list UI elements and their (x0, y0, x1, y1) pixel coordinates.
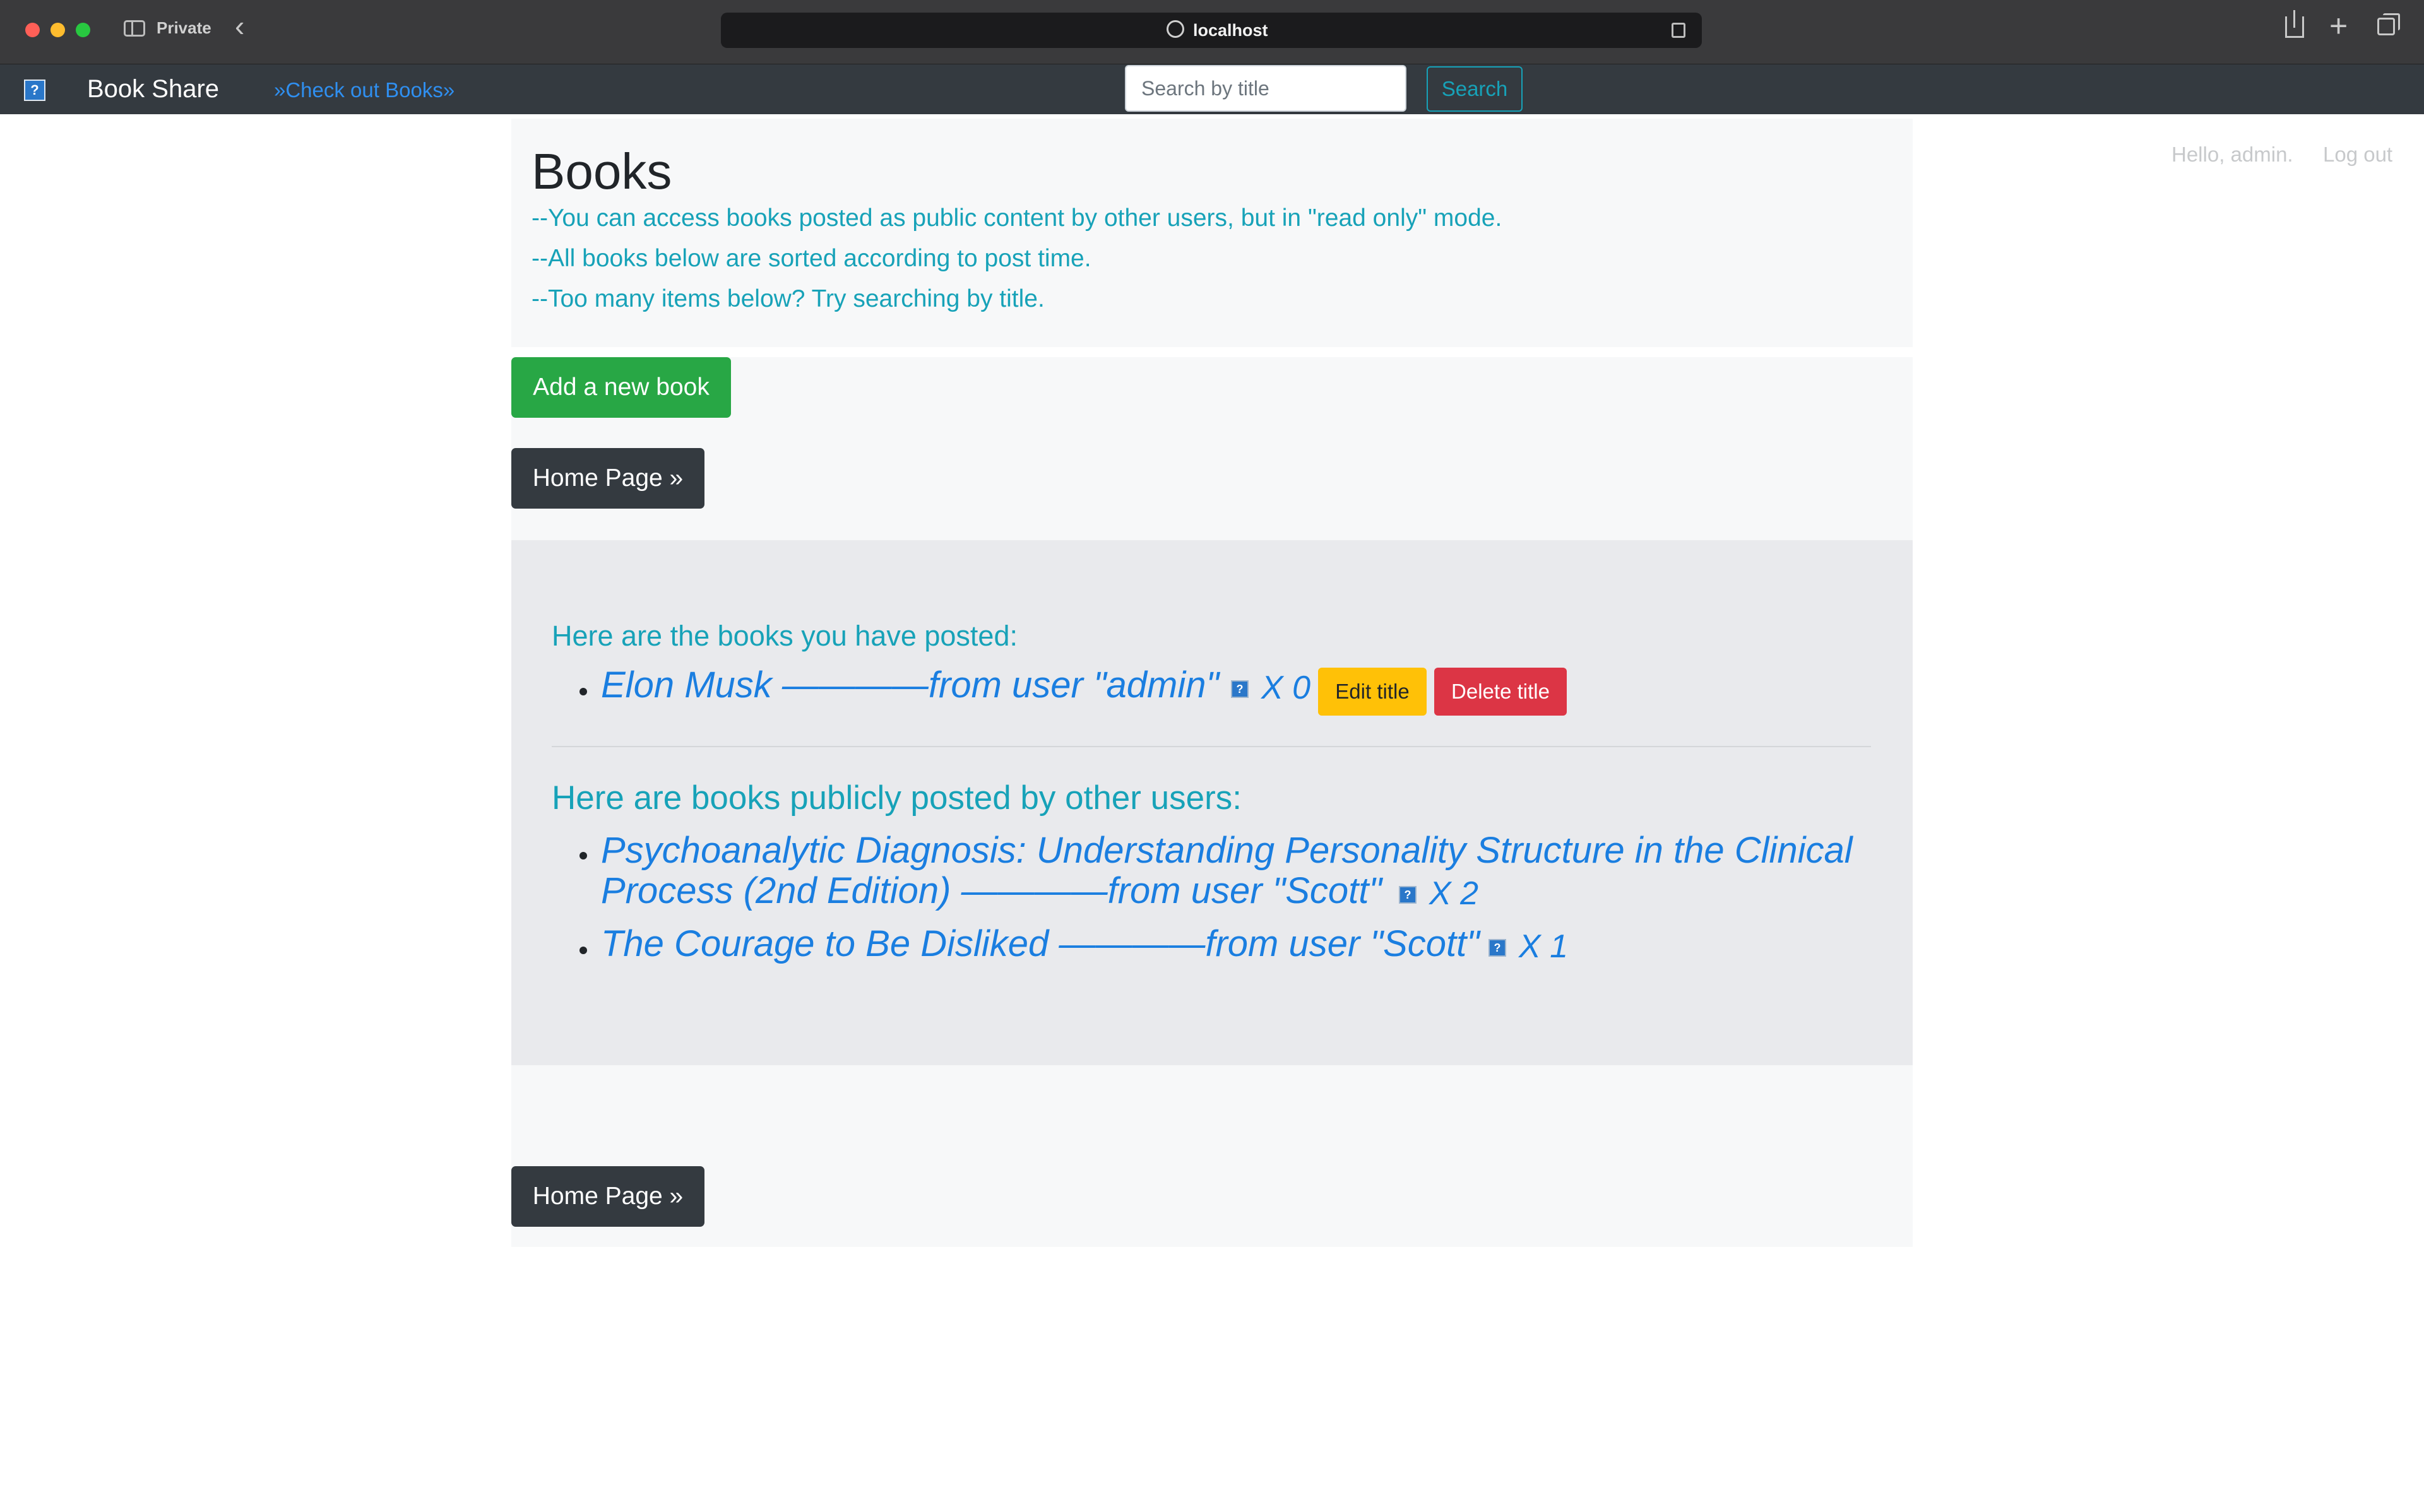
book-count: X 0 (1261, 670, 1311, 706)
brand-link[interactable]: Book Share (87, 75, 219, 103)
list-bullet (579, 947, 587, 954)
address-bar[interactable]: localhost (721, 13, 1702, 48)
brand-logo-icon: ? (24, 80, 45, 101)
edit-title-button[interactable]: Edit title (1318, 668, 1427, 716)
zoom-window-button[interactable] (76, 23, 90, 37)
actions-panel: Add a new book Home Page » (511, 357, 1913, 540)
home-page-button-bottom[interactable]: Home Page » (511, 1166, 704, 1227)
book-count: X 1 (1519, 928, 1569, 965)
browser-toolbar: Private ‹ localhost + (0, 0, 2424, 65)
intro-panel: Books --You can access books posted as p… (511, 119, 1913, 347)
globe-icon (1167, 20, 1184, 38)
note-sorted: --All books below are sorted according t… (532, 245, 1091, 272)
delete-title-button[interactable]: Delete title (1434, 668, 1567, 716)
home-page-button-top[interactable]: Home Page » (511, 448, 704, 509)
book-icon: ? (1488, 939, 1506, 957)
book-icon: ? (1399, 886, 1417, 904)
section-divider (552, 746, 1871, 747)
greeting-text: Hello, admin. (2172, 143, 2293, 166)
close-window-button[interactable] (25, 23, 40, 37)
public-book-link-cont[interactable]: Process (2nd Edition) ————from user "Sco… (601, 870, 1382, 912)
back-arrow-icon[interactable]: ‹ (235, 11, 244, 40)
add-book-button[interactable]: Add a new book (511, 357, 731, 418)
note-search-tip: --Too many items below? Try searching by… (532, 285, 1045, 312)
check-out-books-link[interactable]: »Check out Books» (274, 78, 454, 102)
my-books-heading: Here are the books you have posted: (552, 620, 1018, 652)
private-label: Private (157, 18, 211, 37)
reader-icon[interactable] (1672, 23, 1685, 38)
logout-link[interactable]: Log out (2323, 143, 2392, 167)
my-book-link[interactable]: Elon Musk ————from user "admin" (601, 664, 1219, 706)
public-book-link[interactable]: Psychoanalytic Diagnosis: Understanding … (601, 829, 1853, 871)
new-tab-icon[interactable]: + (2329, 10, 2348, 42)
search-button[interactable]: Search (1427, 66, 1523, 112)
footer-panel: Home Page » (511, 1065, 1913, 1247)
public-books-heading: Here are books publicly posted by other … (552, 779, 1242, 817)
public-book-link[interactable]: The Courage to Be Disliked ————from user… (601, 923, 1480, 965)
book-icon: ? (1231, 680, 1249, 698)
search-input[interactable] (1125, 65, 1406, 112)
book-count: X 2 (1429, 875, 1479, 912)
share-icon[interactable] (2285, 10, 2304, 38)
note-read-only: --You can access books posted as public … (532, 204, 1502, 232)
page-title: Books (532, 143, 672, 199)
tab-overview-icon[interactable] (2377, 13, 2400, 35)
list-bullet (579, 852, 587, 859)
minimize-window-button[interactable] (50, 23, 65, 37)
url-text: localhost (1193, 21, 1268, 40)
book-list-panel: Here are the books you have posted: Elon… (511, 540, 1913, 1065)
list-bullet (579, 688, 587, 695)
sidebar-toggle-icon[interactable] (124, 20, 145, 37)
